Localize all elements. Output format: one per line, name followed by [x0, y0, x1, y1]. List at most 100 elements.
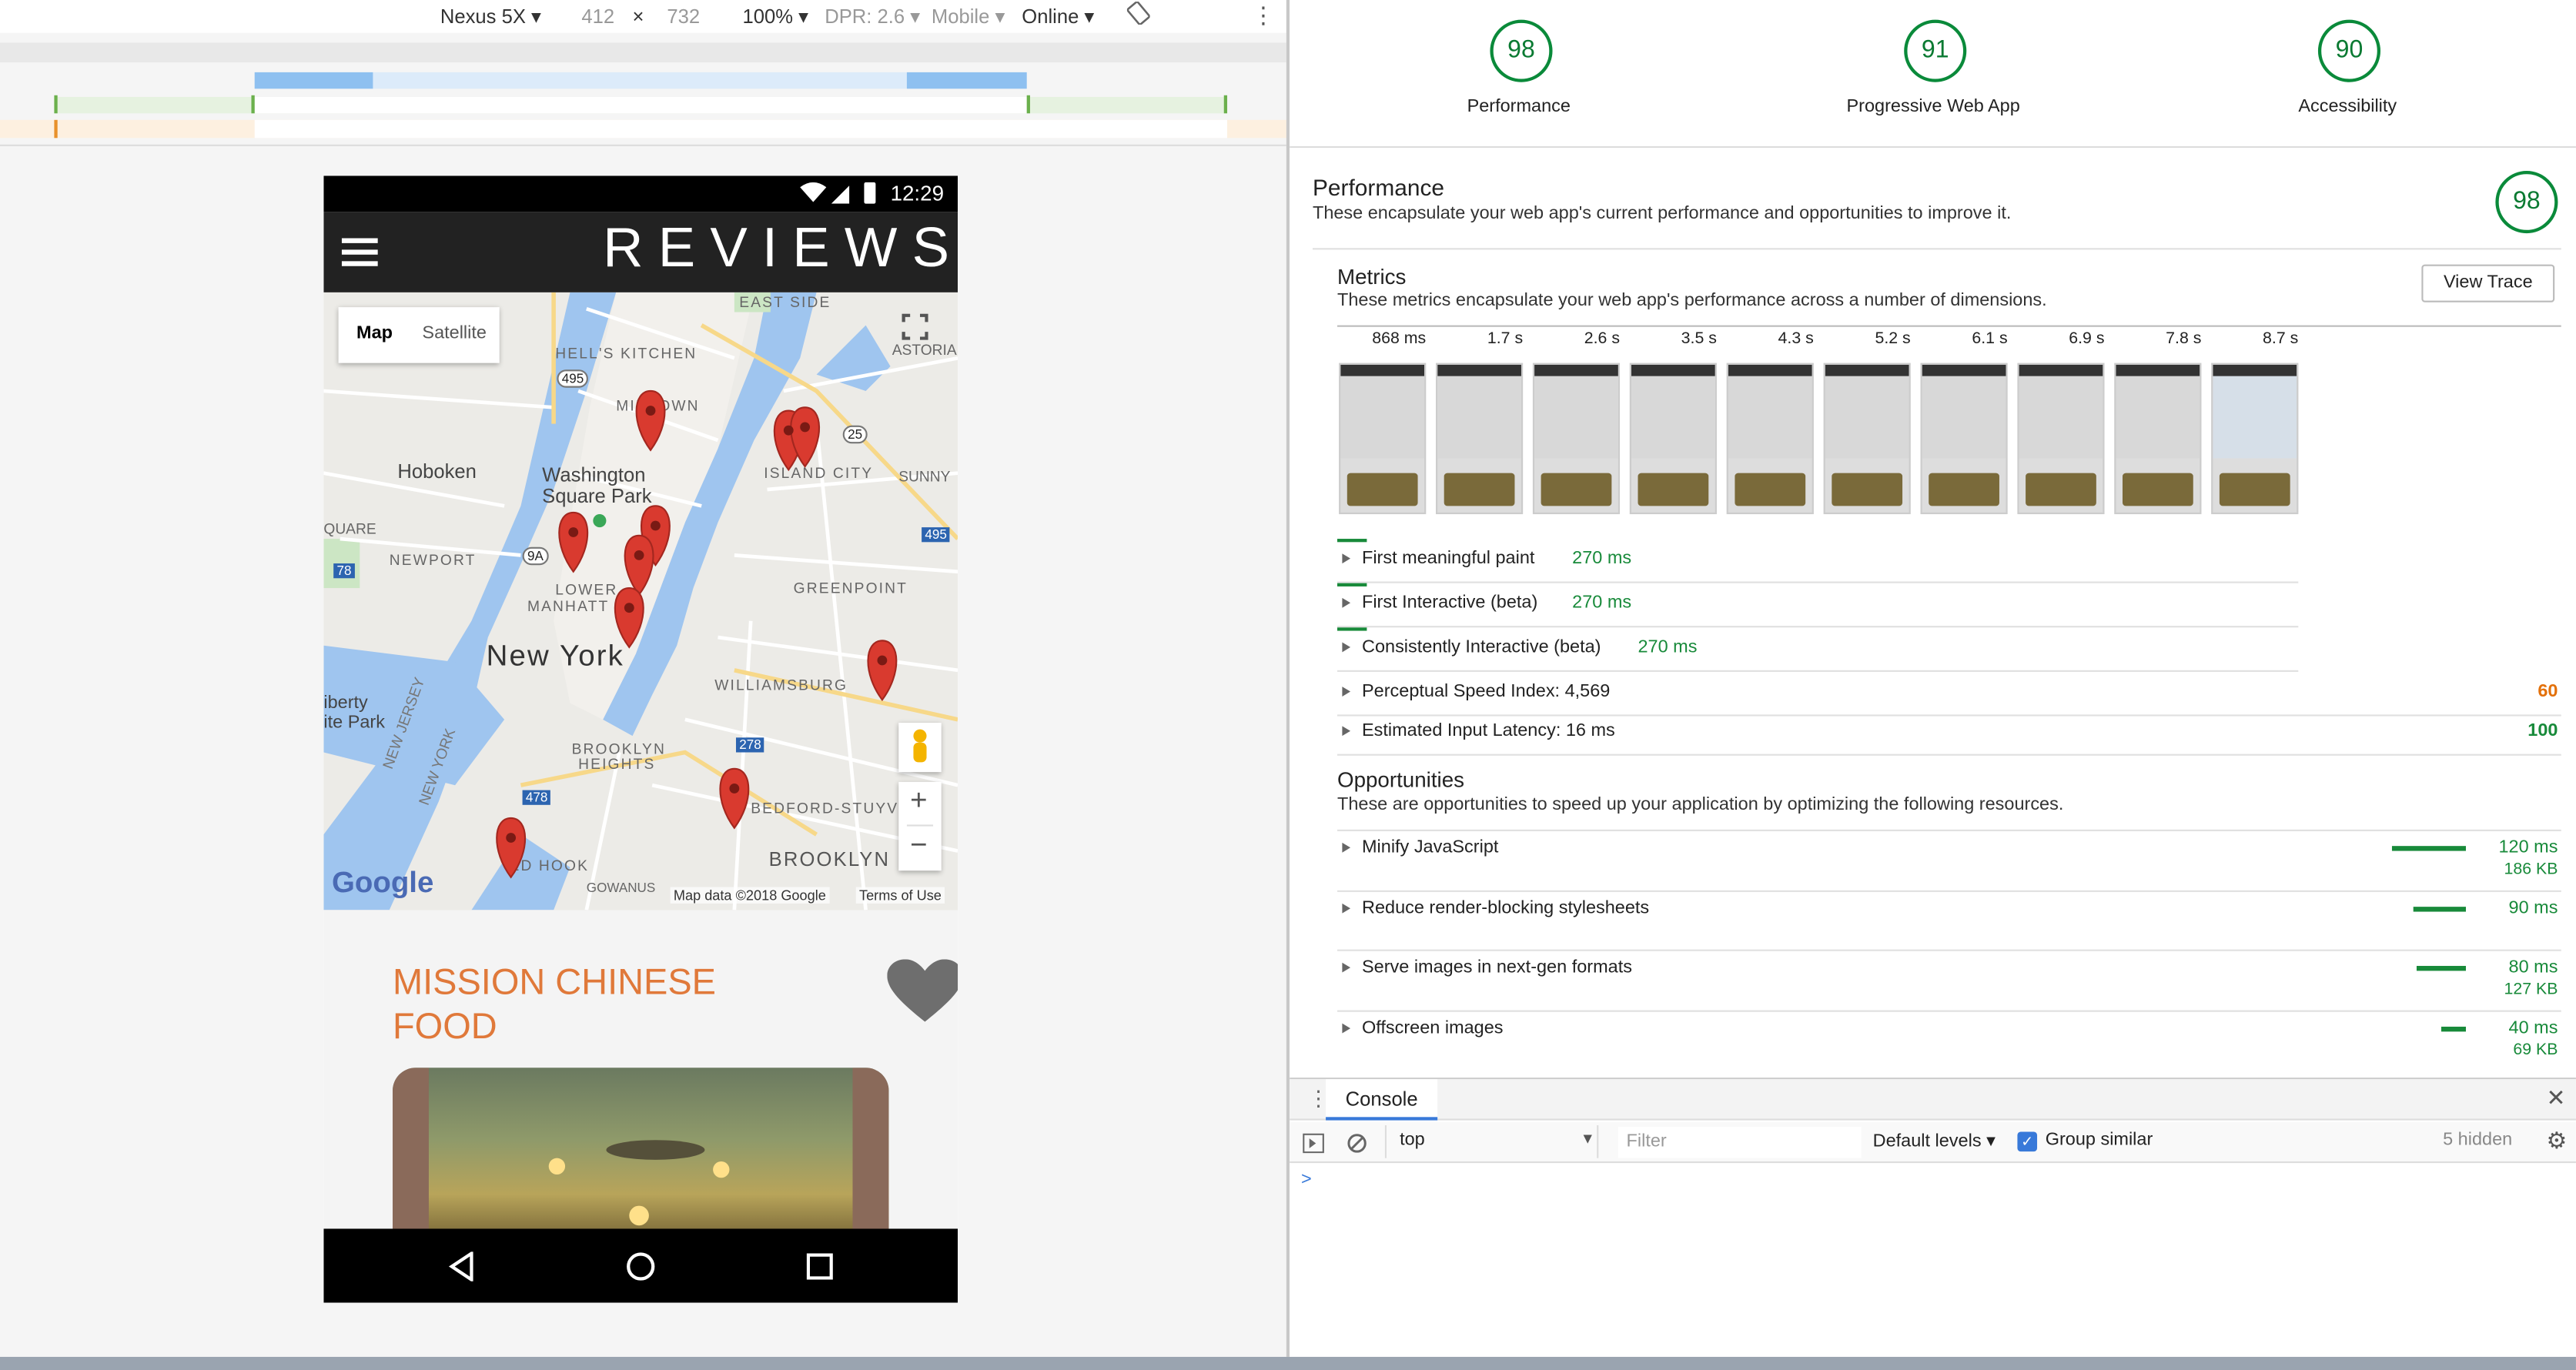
opportunity-savings-bar [2413, 907, 2466, 912]
divider [1337, 714, 2561, 717]
expand-arrow-icon[interactable] [1342, 1023, 1351, 1034]
group-similar-checkbox[interactable]: ✓ [2017, 1131, 2038, 1152]
performance-section-score: 98 [2495, 170, 2558, 234]
street-view-pegman-icon[interactable] [898, 723, 942, 773]
android-status-bar: 12:29 [323, 175, 958, 212]
metric-name[interactable]: First Interactive (beta) [1362, 593, 1537, 613]
metrics-title: Metrics [1337, 264, 1407, 289]
favorite-heart-icon[interactable] [887, 959, 958, 1033]
expand-arrow-icon[interactable] [1342, 903, 1351, 914]
wifi-icon [800, 182, 827, 209]
expand-arrow-icon[interactable] [1342, 687, 1351, 697]
map-marker [635, 389, 666, 452]
restaurant-name-line2: FOOD [393, 1005, 497, 1047]
rotate-icon[interactable] [1126, 1, 1150, 29]
metric-progress-bar [1337, 539, 1367, 543]
opportunity-size-savings: 186 KB [2504, 860, 2558, 879]
width-input[interactable]: 412 [581, 5, 614, 28]
media-query-bar-min-left[interactable] [254, 72, 373, 89]
metric-name[interactable]: Estimated Input Latency: 16 ms [1362, 721, 1615, 741]
media-query-bar-min-right[interactable] [906, 72, 1027, 89]
divider [1337, 1010, 2561, 1012]
terms-of-use-link[interactable]: Terms of Use [855, 887, 945, 904]
opportunity-time-savings: 40 ms [2508, 1018, 2558, 1038]
app-title: REVIEWS [603, 216, 958, 279]
console-tab[interactable]: Console [1326, 1079, 1438, 1121]
metric-value: 270 ms [1572, 593, 1632, 613]
home-icon[interactable] [626, 1251, 655, 1289]
accessibility-score-gauge[interactable]: 90 [2317, 19, 2381, 82]
pwa-score-gauge[interactable]: 91 [1904, 19, 1967, 82]
map-marker [867, 640, 898, 701]
performance-score-gauge[interactable]: 98 [1490, 19, 1553, 82]
opportunity-name[interactable]: Offscreen images [1362, 1018, 1504, 1038]
log-levels-select[interactable]: Default levels ▾ [1872, 1130, 1996, 1152]
context-select[interactable]: top ▼ [1384, 1124, 1599, 1158]
divider [1312, 248, 2561, 250]
google-logo: Google [332, 865, 434, 899]
hidden-count: 5 hidden [2443, 1130, 2513, 1151]
metric-value: 270 ms [1572, 548, 1632, 569]
dpr-value: DPR: 2.6 [825, 5, 905, 28]
map-attribution: Map data ©2018 Google [670, 887, 830, 904]
view-trace-button[interactable]: View Trace [2421, 264, 2555, 302]
phone-viewport: 12:29 REVIEWS EAST SIDE HELL'S KITCHEN A… [323, 175, 958, 1303]
metric-name[interactable]: Perceptual Speed Index: 4,569 [1362, 682, 1610, 702]
height-input[interactable]: 732 [667, 5, 700, 28]
overview-icon[interactable] [806, 1253, 833, 1288]
network-value: Online [1022, 5, 1079, 28]
media-query-bar-max [0, 42, 1286, 63]
ruler-divider [0, 144, 1286, 146]
expand-arrow-icon[interactable] [1342, 726, 1351, 737]
battery-icon [864, 182, 876, 204]
more-options-icon[interactable]: ⋮ [1252, 2, 1275, 29]
console-settings-gear-icon[interactable]: ⚙ [2547, 1127, 2568, 1154]
sidebar-toggle-icon[interactable] [1303, 1132, 1324, 1161]
signal-icon [831, 184, 850, 209]
zoom-value: 100% [742, 5, 794, 28]
hamburger-menu-icon[interactable] [341, 238, 378, 276]
mode-select[interactable]: Mobile ▾ [932, 5, 1005, 28]
opportunity-name[interactable]: Minify JavaScript [1362, 837, 1498, 857]
context-dropdown-icon: ▼ [1580, 1130, 1595, 1147]
divider [1337, 949, 2561, 951]
opportunity-size-savings: 127 KB [2504, 981, 2558, 999]
google-map[interactable]: EAST SIDE HELL'S KITCHEN ASTORIA MIDTOWN… [323, 292, 958, 911]
zoom-select[interactable]: 100% ▾ [743, 5, 808, 28]
expand-arrow-icon[interactable] [1342, 642, 1351, 653]
opportunity-name[interactable]: Serve images in next-gen formats [1362, 957, 1632, 977]
network-select[interactable]: Online ▾ [1022, 5, 1094, 28]
expand-arrow-icon[interactable] [1342, 842, 1351, 853]
zoom-in-button[interactable]: + [910, 784, 927, 818]
expand-arrow-icon[interactable] [1342, 597, 1351, 608]
map-marker [496, 817, 527, 879]
dpr-select[interactable]: DPR: 2.6 ▾ [825, 5, 920, 28]
group-similar-label: Group similar [2045, 1130, 2153, 1151]
filmstrip-frame [1920, 363, 2008, 515]
device-select[interactable]: Nexus 5X ▾ [440, 5, 541, 28]
clear-console-icon[interactable] [1347, 1132, 1367, 1161]
opportunity-name[interactable]: Reduce render-blocking stylesheets [1362, 898, 1649, 918]
status-time: 12:29 [890, 180, 945, 206]
close-drawer-icon[interactable]: ✕ [2547, 1084, 2566, 1112]
performance-score-label: Performance [1467, 96, 1571, 117]
performance-description: These encapsulate your web app's current… [1312, 203, 2012, 224]
back-icon[interactable] [448, 1250, 475, 1289]
metric-name[interactable]: First meaningful paint [1362, 549, 1534, 569]
log-levels-value: Default levels [1872, 1131, 1982, 1152]
drawer-tabbar: ⋮ Console ✕ [1290, 1079, 2576, 1121]
filmstrip-frame [1436, 363, 1524, 515]
zoom-out-button[interactable]: − [910, 828, 927, 863]
breakpoint-marker [1223, 95, 1228, 114]
breakpoint-marker [54, 95, 58, 114]
console-input-area[interactable] [1290, 1176, 2576, 1357]
expand-arrow-icon[interactable] [1342, 553, 1351, 564]
expand-arrow-icon[interactable] [1342, 962, 1351, 973]
filter-input[interactable]: Filter [1618, 1127, 1862, 1158]
filmstrip-top-border [1337, 325, 2561, 327]
breakpoint-marker [251, 95, 255, 114]
metric-name[interactable]: Consistently Interactive (beta) [1362, 637, 1601, 657]
breakpoint-marker [1026, 95, 1030, 114]
divider [1337, 670, 2299, 672]
zoom-control: + − [898, 781, 942, 871]
